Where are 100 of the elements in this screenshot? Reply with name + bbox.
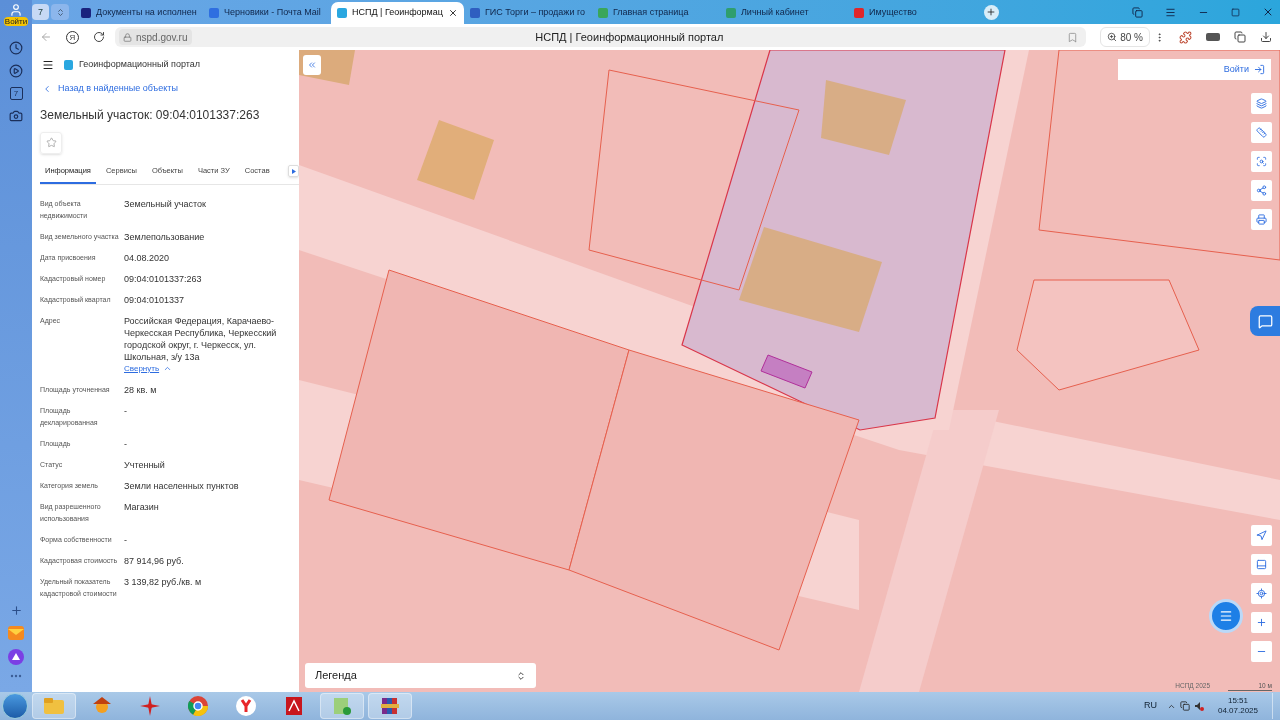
field-value: 28 кв. м [124,383,158,396]
new-tab-button[interactable] [983,4,999,20]
portal-title: Геоинформационный портал [79,58,200,72]
zoom-icon [1107,32,1118,42]
locate-button[interactable] [1251,583,1272,604]
reload-icon[interactable] [93,31,105,43]
share-icon [1256,185,1267,196]
field-value: Землепользование [124,230,206,243]
lines-icon [1219,609,1233,623]
speaker-icon[interactable] [1193,701,1204,711]
double-chevron-icon [307,60,317,70]
tab-title: Главная страница [612,6,690,20]
collapse-panel-button[interactable] [303,55,321,75]
legend-label: Легенда [315,668,358,684]
login-link[interactable]: Войти [1223,62,1265,77]
scan-icon [1256,156,1267,167]
field-value: Земельный участок [124,197,207,210]
close-icon[interactable] [1262,6,1274,18]
ruler-button[interactable] [1251,122,1272,143]
browser-tab[interactable]: Личный кабинет [719,2,848,24]
browser-tab[interactable]: Главная страница [591,2,720,24]
restore-icon[interactable] [1231,7,1240,17]
tab-title: Личный кабинет [740,6,810,20]
close-icon[interactable] [447,8,458,18]
field-value: Магазин [124,500,160,513]
pdf-icon[interactable] [285,696,303,716]
field-value: Земли населенных пунктов [124,479,240,492]
sun-icon[interactable] [91,696,113,716]
browser-tab[interactable]: Документы на исполнен [75,2,203,24]
address-bar[interactable]: nspd.gov.ru НСПД | Геоинформационный портал [115,27,1087,47]
extension-icon[interactable] [1179,30,1192,44]
browser-tab[interactable]: НСПД | Геоинформац [331,2,464,24]
share-button[interactable] [1251,180,1272,201]
field-value: 87 914,96 руб. [124,554,185,567]
download-icon[interactable] [1260,31,1272,43]
tab-title: Черновики - Почта Mail [224,6,322,20]
browser-icon[interactable] [188,696,208,716]
add-icon[interactable] [9,604,23,617]
language-indicator[interactable]: RU [1143,699,1157,713]
profile-button[interactable]: Войти [3,3,29,26]
field-value: - [124,437,128,450]
plus-icon [986,7,997,17]
collapse-link[interactable]: Свернуть [124,362,289,375]
browser-tab[interactable]: ГИС Торги – продажи го [463,2,592,24]
browser-tab[interactable]: Черновики - Почта Mail [203,2,331,24]
field-value: Российская Федерация, Карачаево-Черкесская Республика, Черкесский городской округ, г. Черкесск, ул. Школьная, з/у 13а [124,314,278,363]
layers-button[interactable] [1251,93,1272,114]
plus-icon [1256,617,1267,628]
object-title: Земельный участок: 09:04:0101337:263 [40,106,261,124]
assistant-icon[interactable] [8,649,24,665]
archive-icon[interactable] [380,696,400,716]
panel-icon [1256,559,1267,570]
start-button[interactable] [2,693,28,719]
browser-icon[interactable] [236,696,256,716]
bookmark-icon[interactable] [1067,31,1079,43]
clock-time[interactable]: 15:51 [1227,696,1248,706]
field-value: 09:04:0101337:263 [124,272,203,285]
layers-icon [1256,98,1267,109]
field-value: - [124,533,128,546]
play-icon[interactable] [9,64,23,78]
portal-logo-icon [64,60,73,70]
calendar-button[interactable]: 7 [9,87,23,100]
menu-icon[interactable] [42,59,54,71]
browser-tab[interactable]: Имущество [847,2,976,24]
zoom-in-button[interactable] [1251,612,1272,633]
tab-title: Имущество [868,6,918,20]
field-value: 09:04:0101337 [124,293,186,306]
clock-date[interactable]: 04.07.2025 [1217,706,1258,716]
area-select-button[interactable] [1251,151,1272,172]
legend-dropdown[interactable]: Легенда [305,663,536,688]
collections-icon[interactable] [1132,6,1143,18]
mail-icon[interactable] [8,626,24,640]
field-value: - [124,404,128,417]
pinwheel-icon[interactable] [140,696,160,716]
profile-label: Войти [3,17,29,26]
extension-icon[interactable] [1234,31,1246,43]
star-icon [45,137,57,148]
field-value: Учтенный [124,458,166,471]
notepad-icon[interactable] [332,696,352,716]
tab-list-button[interactable] [51,4,69,20]
lock-icon [123,32,132,42]
chevron-left-icon [42,83,52,94]
field-value: 3 139,82 руб./кв. м [124,575,203,588]
chevron-icon [55,7,65,17]
back-link[interactable]: Назад в найденные объекты [40,82,289,96]
login-icon [1254,64,1265,75]
panel-button[interactable] [1251,554,1272,575]
history-icon[interactable] [9,41,23,55]
navigate-button[interactable] [1251,525,1272,546]
extension-icon[interactable] [1206,33,1220,41]
print-icon [1256,214,1267,225]
triangle-right-icon [291,168,296,174]
chat-icon [1257,313,1273,329]
screenshot-icon[interactable] [9,109,23,123]
zoom-button[interactable]: 80 % [1100,27,1150,47]
print-button[interactable] [1251,209,1272,230]
chat-bubble-button[interactable] [1250,306,1280,336]
more-icon[interactable] [10,674,22,678]
tab-counter[interactable]: 7 [32,4,49,20]
locate-icon [1256,588,1267,599]
